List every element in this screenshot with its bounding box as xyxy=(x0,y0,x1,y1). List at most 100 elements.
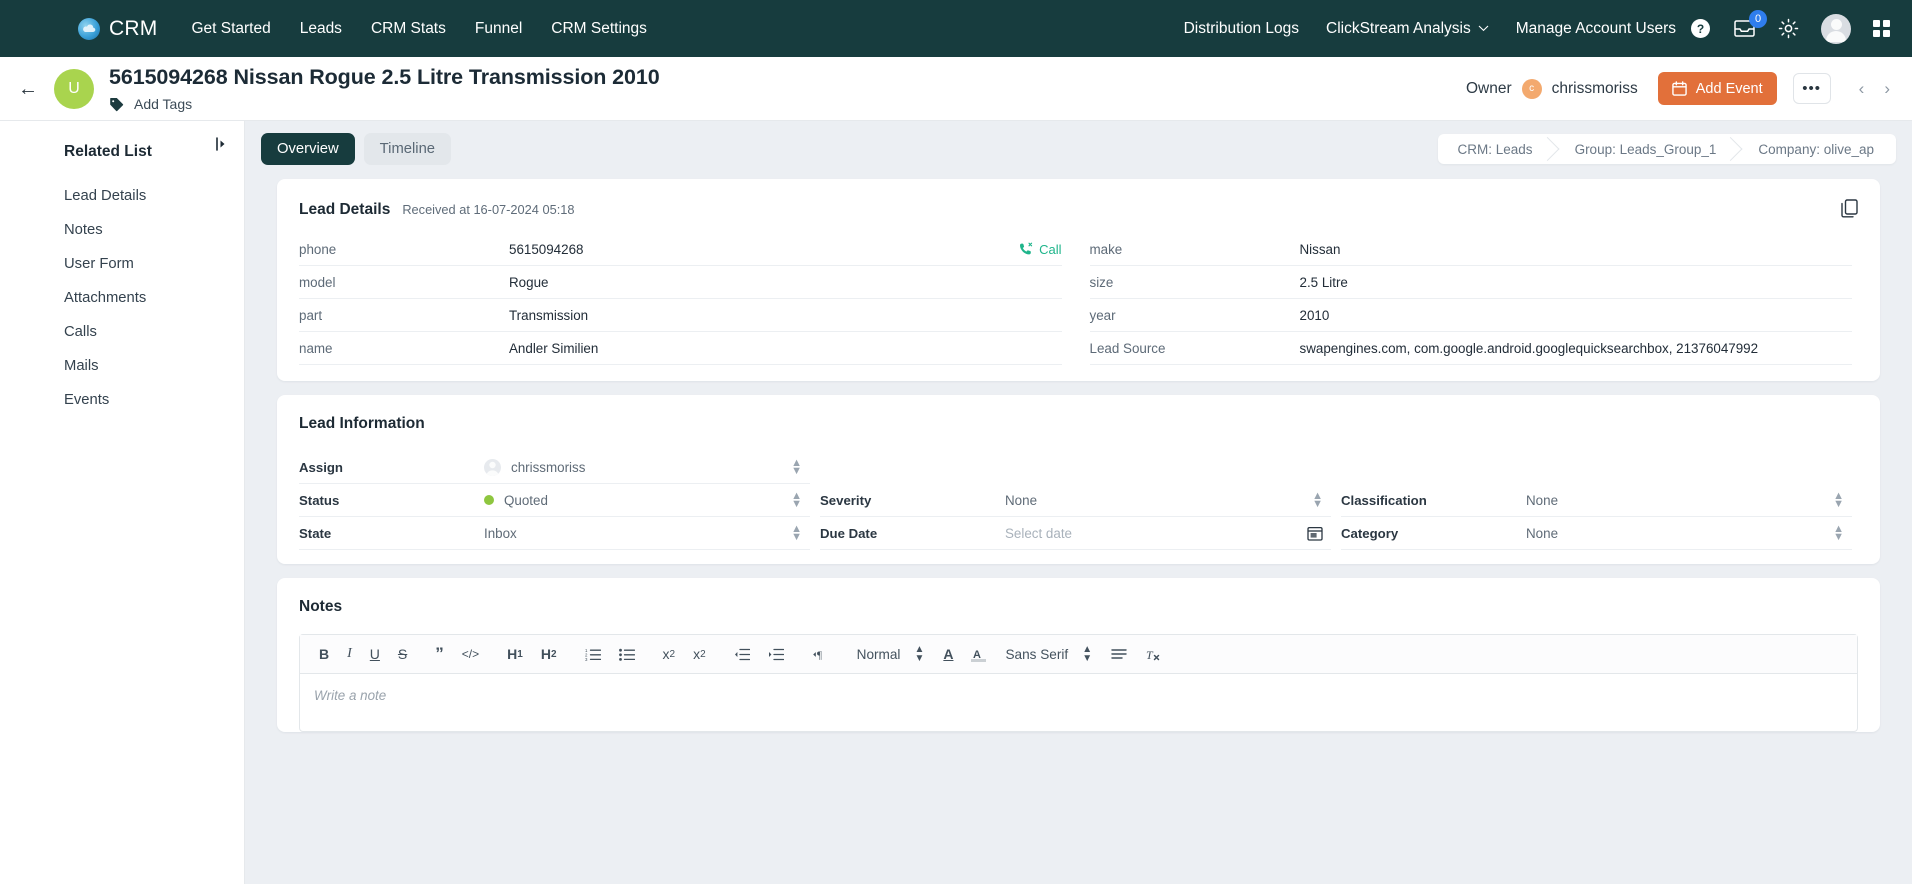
stepper-icon[interactable]: ▲ ▼ xyxy=(1833,524,1844,543)
add-tags-button[interactable]: Add Tags xyxy=(134,96,192,112)
code-block-icon[interactable]: </> xyxy=(453,643,488,665)
nav-link-crm-settings[interactable]: CRM Settings xyxy=(551,20,647,38)
previous-record-icon[interactable]: ‹ xyxy=(1859,79,1865,99)
nav-link-clickstream-analysis[interactable]: ClickStream Analysis xyxy=(1326,20,1489,38)
next-record-icon[interactable]: › xyxy=(1884,79,1890,99)
subscript-letter: x xyxy=(662,646,670,662)
sidebar-item-lead-details[interactable]: Lead Details xyxy=(0,179,244,213)
underline-icon[interactable]: U xyxy=(361,643,389,665)
gear-icon[interactable] xyxy=(1778,18,1799,39)
field-severity[interactable]: Severity None ▲ ▼ xyxy=(820,484,1331,517)
superscript-icon[interactable]: x2 xyxy=(684,643,715,665)
blockquote-icon[interactable]: ” xyxy=(426,643,453,665)
field-control[interactable]: None ▲ ▼ xyxy=(1526,524,1844,543)
nav-link-get-started[interactable]: Get Started xyxy=(191,20,270,38)
lead-info-column-3: Classification None ▲ ▼ Category None ▲ ▼ xyxy=(1341,451,1852,550)
detail-value: Rogue xyxy=(509,274,549,290)
page-title: 5615094268 Nissan Rogue 2.5 Litre Transm… xyxy=(109,65,660,89)
indent-icon[interactable] xyxy=(759,643,793,665)
breadcrumb-item-group[interactable]: Group: Leads_Group_1 xyxy=(1555,134,1739,164)
brand-logo-area[interactable]: CRM xyxy=(78,17,157,41)
heading-2-icon[interactable]: H2 xyxy=(532,643,566,665)
add-event-button[interactable]: Add Event xyxy=(1657,72,1777,105)
sidebar-collapse-toggle[interactable] xyxy=(216,137,226,151)
tab-timeline[interactable]: Timeline xyxy=(363,133,452,165)
sidebar-item-user-form[interactable]: User Form xyxy=(0,247,244,281)
ordered-list-icon[interactable]: 123 xyxy=(576,643,610,665)
field-due-date[interactable]: Due Date Select date xyxy=(820,517,1331,550)
apps-grid-icon[interactable] xyxy=(1873,20,1890,37)
stepper-icon[interactable]: ▲ ▼ xyxy=(1312,491,1323,510)
clear-formatting-icon[interactable]: T xyxy=(1136,643,1171,665)
bullet-list-icon[interactable] xyxy=(610,643,644,665)
align-icon[interactable] xyxy=(1102,643,1136,665)
field-control[interactable]: Select date xyxy=(1005,525,1323,542)
tag-icon[interactable] xyxy=(109,97,124,112)
subscript-icon[interactable]: x2 xyxy=(654,643,685,665)
field-label: Severity xyxy=(820,492,872,508)
stepper-icon[interactable]: ▲ ▼ xyxy=(1833,491,1844,510)
field-control[interactable]: None ▲ ▼ xyxy=(1526,491,1844,510)
stepper-icon[interactable]: ▲ ▼ xyxy=(791,491,802,510)
stepper-icon[interactable]: ▲ ▼ xyxy=(791,524,802,543)
lead-info-column-2: Severity None ▲ ▼ Due Date Select date xyxy=(820,451,1331,550)
detail-value: swapengines.com, com.google.android.goog… xyxy=(1299,340,1759,356)
call-button[interactable]: Call xyxy=(1019,242,1062,257)
detail-key: phone xyxy=(299,241,337,257)
field-control[interactable]: Quoted ▲ ▼ xyxy=(484,491,802,510)
inbox-download-icon[interactable]: 0 xyxy=(1733,10,1767,39)
sidebar-item-mails[interactable]: Mails xyxy=(0,349,244,383)
highlight-color-icon[interactable]: A xyxy=(962,643,995,665)
subscript-index: 2 xyxy=(669,648,676,660)
field-control[interactable]: None ▲ ▼ xyxy=(1005,491,1323,510)
detail-row-model: model Rogue xyxy=(299,266,1062,299)
field-category[interactable]: Category None ▲ ▼ xyxy=(1341,517,1852,550)
sidebar-item-calls[interactable]: Calls xyxy=(0,315,244,349)
stepper-icon[interactable]: ▲ ▼ xyxy=(791,458,802,477)
field-state[interactable]: State Inbox ▲ ▼ xyxy=(299,517,810,550)
nav-link-leads[interactable]: Leads xyxy=(300,20,342,38)
text-color-icon[interactable]: A xyxy=(934,643,962,665)
field-assign[interactable]: Assign chrissmoriss ▲ ▼ xyxy=(299,451,810,484)
sidebar-item-events[interactable]: Events xyxy=(0,383,244,417)
nav-link-crm-stats[interactable]: CRM Stats xyxy=(371,20,446,38)
detail-value: 2.5 Litre xyxy=(1299,274,1348,290)
nav-link-distribution-logs[interactable]: Distribution Logs xyxy=(1184,20,1299,38)
font-family-select[interactable]: Sans Serif ▲ ▼ xyxy=(995,645,1102,664)
user-avatar[interactable] xyxy=(1821,13,1851,44)
breadcrumb-item-crm[interactable]: CRM: Leads xyxy=(1438,134,1555,164)
help-icon[interactable]: ? xyxy=(1690,18,1711,39)
bold-icon[interactable]: B xyxy=(310,643,338,665)
text-direction-icon[interactable]: ¶ xyxy=(803,643,837,665)
outdent-icon[interactable] xyxy=(725,643,759,665)
field-control[interactable]: chrissmoriss ▲ ▼ xyxy=(484,458,802,477)
field-label: Assign xyxy=(299,459,343,475)
owner-name[interactable]: chrissmoriss xyxy=(1552,80,1638,98)
field-value: Select date xyxy=(1005,525,1072,541)
heading-1-icon[interactable]: H1 xyxy=(498,643,532,665)
copy-icon[interactable] xyxy=(1841,199,1858,223)
block-format-select[interactable]: Normal ▲ ▼ xyxy=(847,645,935,664)
field-status[interactable]: Status Quoted ▲ ▼ xyxy=(299,484,810,517)
related-list-sidebar: Related List Lead Details Notes User For… xyxy=(0,121,245,884)
nav-link-funnel[interactable]: Funnel xyxy=(475,20,522,38)
lead-received-timestamp: Received at 16-07-2024 05:18 xyxy=(402,202,575,217)
detail-row-size: size 2.5 Litre xyxy=(1089,266,1852,299)
field-control[interactable]: Inbox ▲ ▼ xyxy=(484,524,802,543)
tab-overview[interactable]: Overview xyxy=(261,133,355,165)
sidebar-item-attachments[interactable]: Attachments xyxy=(0,281,244,315)
superscript-letter: x xyxy=(693,646,701,662)
italic-icon[interactable]: I xyxy=(338,643,361,665)
sidebar-item-notes[interactable]: Notes xyxy=(0,213,244,247)
date-picker-icon[interactable] xyxy=(1307,525,1323,542)
nav-link-manage-account-users[interactable]: Manage Account Users xyxy=(1516,20,1676,38)
superscript-index: 2 xyxy=(700,648,706,660)
detail-row-part: part Transmission xyxy=(299,299,1062,332)
grid-cell xyxy=(1873,30,1880,37)
field-classification[interactable]: Classification None ▲ ▼ xyxy=(1341,484,1852,517)
breadcrumb-item-company[interactable]: Company: olive_ap xyxy=(1738,134,1896,164)
more-options-button[interactable]: ••• xyxy=(1792,73,1831,104)
back-arrow-icon[interactable]: ← xyxy=(18,79,38,99)
note-text-input[interactable]: Write a note xyxy=(300,674,1857,731)
strikethrough-icon[interactable]: S xyxy=(389,643,416,665)
